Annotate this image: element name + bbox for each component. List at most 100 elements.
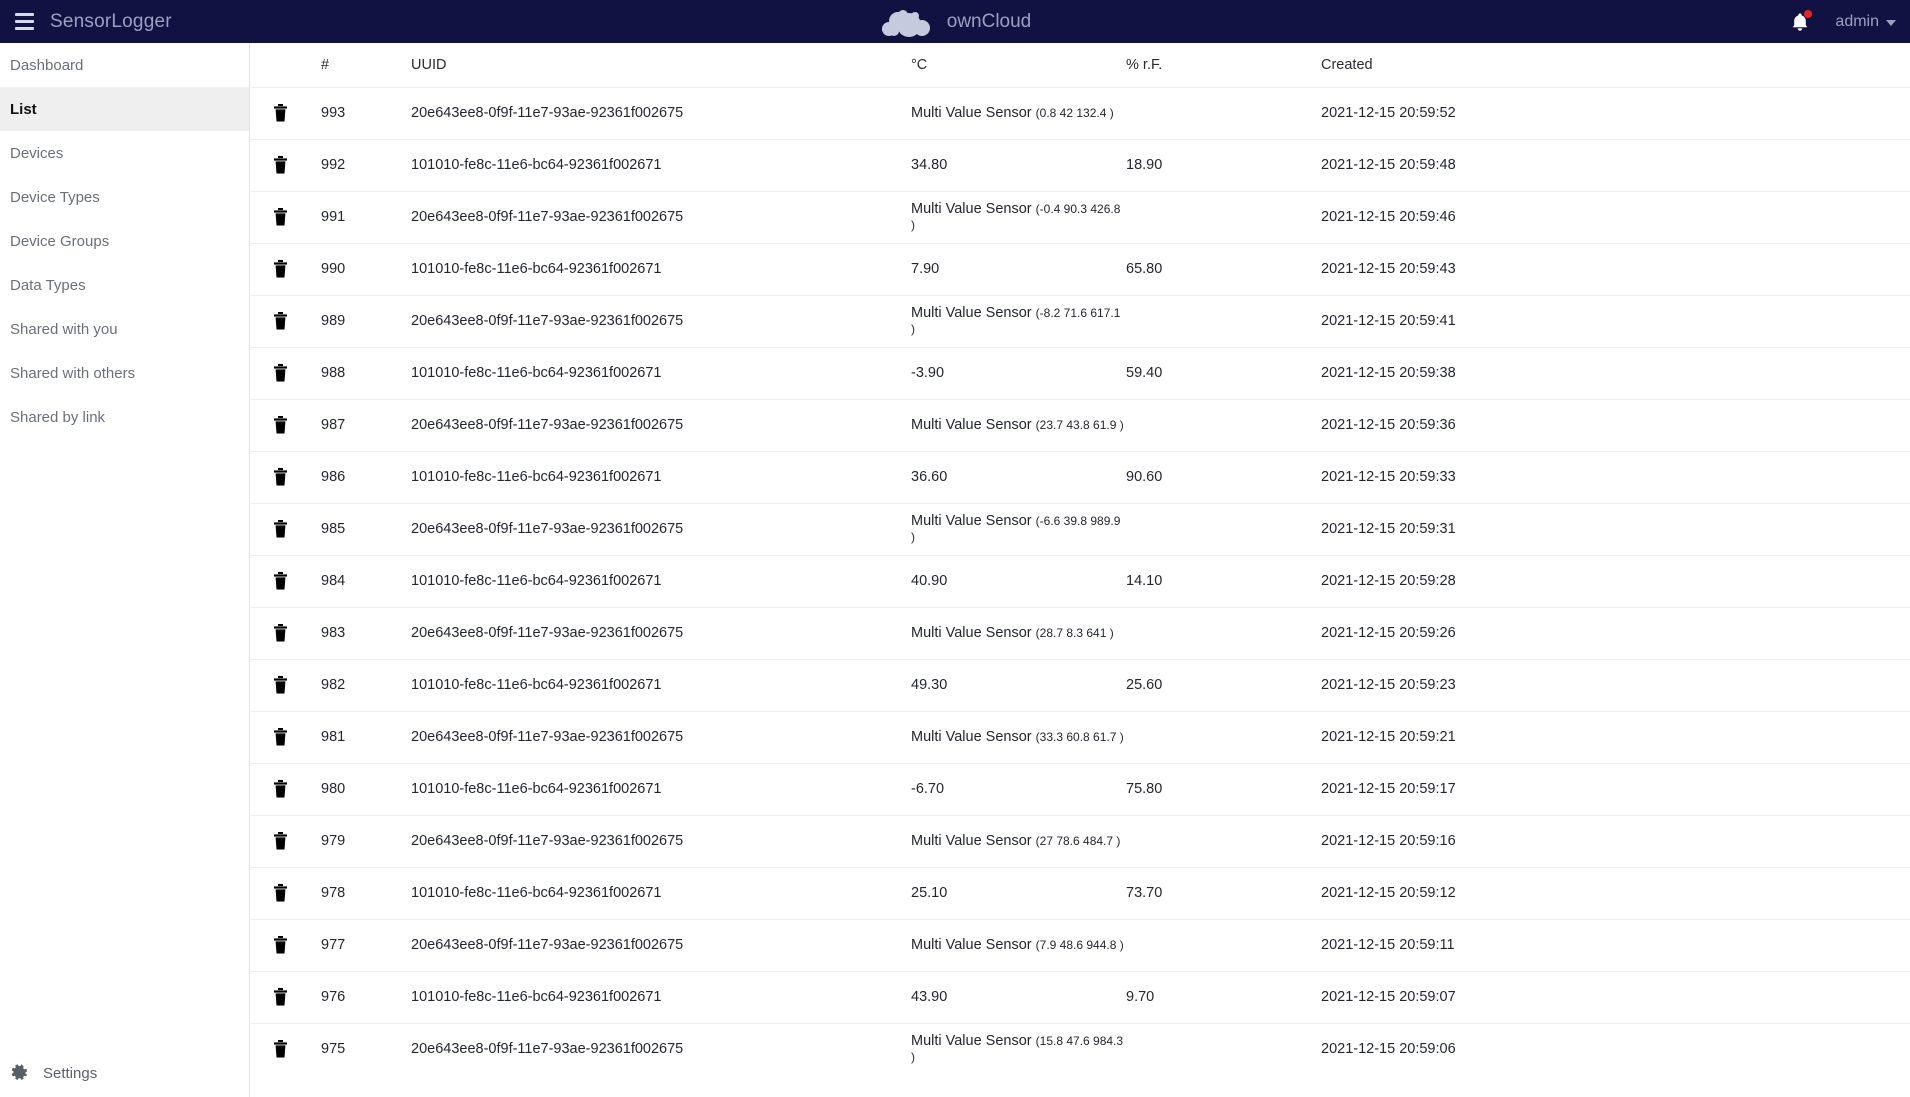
sidebar-item-device-types[interactable]: Device Types: [0, 175, 249, 219]
delete-row-button[interactable]: [251, 762, 321, 815]
delete-row-button[interactable]: [251, 450, 321, 503]
trash-icon[interactable]: [273, 156, 288, 174]
multi-value-sensor-label: Multi Value Sensor: [911, 833, 1036, 849]
cell-created: 2021-12-15 20:59:16: [1321, 814, 1910, 867]
table-row[interactable]: 975 20e643ee8-0f9f-11e7-93ae-92361f002675…: [251, 1022, 1910, 1075]
table-row[interactable]: 992 101010-fe8c-11e6-bc64-92361f002671 34.…: [251, 138, 1910, 191]
trash-icon[interactable]: [273, 884, 288, 902]
trash-icon[interactable]: [273, 936, 288, 954]
cell-id: 981: [321, 710, 411, 763]
sidebar-item-data-types[interactable]: Data Types: [0, 263, 249, 307]
user-menu[interactable]: admin: [1835, 13, 1896, 31]
column-header-created[interactable]: Created: [1321, 43, 1910, 87]
table-row[interactable]: 983 20e643ee8-0f9f-11e7-93ae-92361f002675…: [251, 606, 1910, 659]
table-row[interactable]: 977 20e643ee8-0f9f-11e7-93ae-92361f002675…: [251, 918, 1910, 971]
table-row[interactable]: 985 20e643ee8-0f9f-11e7-93ae-92361f002675…: [251, 502, 1910, 555]
sidebar-item-shared-with-others[interactable]: Shared with others: [0, 351, 249, 395]
table-row[interactable]: 987 20e643ee8-0f9f-11e7-93ae-92361f002675…: [251, 398, 1910, 451]
cell-uuid: 101010-fe8c-11e6-bc64-92361f002671: [411, 554, 911, 607]
multi-value-sensor-label: Multi Value Sensor: [911, 305, 1036, 321]
table-row[interactable]: 989 20e643ee8-0f9f-11e7-93ae-92361f002675…: [251, 294, 1910, 347]
trash-icon[interactable]: [273, 208, 288, 226]
cell-created: 2021-12-15 20:59:48: [1321, 138, 1910, 191]
multi-value-sensor-label: Multi Value Sensor: [911, 729, 1036, 745]
column-header-celsius[interactable]: °C: [911, 43, 1126, 87]
trash-icon[interactable]: [273, 572, 288, 590]
delete-row-button[interactable]: [251, 918, 321, 971]
delete-row-button[interactable]: [251, 242, 321, 295]
delete-row-button[interactable]: [251, 294, 321, 347]
trash-icon[interactable]: [273, 832, 288, 850]
table-row[interactable]: 979 20e643ee8-0f9f-11e7-93ae-92361f002675…: [251, 814, 1910, 867]
trash-icon[interactable]: [273, 520, 288, 538]
sidebar-item-settings[interactable]: Settings: [0, 1049, 250, 1097]
trash-icon[interactable]: [273, 988, 288, 1006]
cell-id: 990: [321, 242, 411, 295]
delete-row-button[interactable]: [251, 866, 321, 919]
trash-icon[interactable]: [273, 364, 288, 382]
cell-uuid: 101010-fe8c-11e6-bc64-92361f002671: [411, 450, 911, 503]
delete-row-button[interactable]: [251, 398, 321, 451]
cell-id: 976: [321, 970, 411, 1023]
trash-icon[interactable]: [273, 676, 288, 694]
table-row[interactable]: 976 101010-fe8c-11e6-bc64-92361f002671 43.…: [251, 970, 1910, 1023]
delete-row-button[interactable]: [251, 346, 321, 399]
cell-created: 2021-12-15 20:59:21: [1321, 710, 1910, 763]
delete-row-button[interactable]: [251, 606, 321, 659]
trash-icon[interactable]: [273, 468, 288, 486]
cell-celsius: Multi Value Sensor (15.8 47.6 984.3 ): [911, 1022, 1126, 1075]
delete-row-button[interactable]: [251, 86, 321, 139]
column-header-humidity[interactable]: % r.F.: [1126, 43, 1321, 87]
notification-bell-icon[interactable]: [1789, 9, 1813, 33]
column-header-uuid[interactable]: UUID: [411, 43, 911, 87]
table-header: # UUID °C % r.F. Created: [251, 43, 1910, 87]
trash-icon[interactable]: [273, 416, 288, 434]
trash-icon[interactable]: [273, 624, 288, 642]
app-title: SensorLogger: [50, 10, 172, 32]
delete-row-button[interactable]: [251, 970, 321, 1023]
column-header-number[interactable]: #: [321, 43, 411, 87]
sidebar-item-shared-by-link[interactable]: Shared by link: [0, 395, 249, 439]
main-content: # UUID °C % r.F. Created 993 20e643ee8-0f…: [251, 43, 1910, 1097]
table-row[interactable]: 986 101010-fe8c-11e6-bc64-92361f002671 36.…: [251, 450, 1910, 503]
cell-created: 2021-12-15 20:59:52: [1321, 86, 1910, 139]
table-body: 993 20e643ee8-0f9f-11e7-93ae-92361f002675…: [251, 86, 1910, 1075]
delete-row-button[interactable]: [251, 554, 321, 607]
trash-icon[interactable]: [273, 260, 288, 278]
trash-icon[interactable]: [273, 312, 288, 330]
trash-icon[interactable]: [273, 780, 288, 798]
sidebar: Dashboard List Devices Device Types Device G…: [0, 43, 250, 1097]
trash-icon[interactable]: [273, 104, 288, 122]
table-row[interactable]: 982 101010-fe8c-11e6-bc64-92361f002671 49.…: [251, 658, 1910, 711]
cell-uuid: 101010-fe8c-11e6-bc64-92361f002671: [411, 970, 911, 1023]
delete-row-button[interactable]: [251, 502, 321, 555]
cell-humidity: [1126, 398, 1321, 451]
delete-row-button[interactable]: [251, 710, 321, 763]
sidebar-item-shared-with-you[interactable]: Shared with you: [0, 307, 249, 351]
delete-row-button[interactable]: [251, 814, 321, 867]
delete-row-button[interactable]: [251, 190, 321, 243]
trash-icon[interactable]: [273, 1040, 288, 1058]
sidebar-item-devices[interactable]: Devices: [0, 131, 249, 175]
table-row[interactable]: 993 20e643ee8-0f9f-11e7-93ae-92361f002675…: [251, 86, 1910, 139]
multi-value-sensor-values: (0.8 42 132.4 ): [1035, 106, 1114, 120]
trash-icon[interactable]: [273, 728, 288, 746]
cell-uuid: 101010-fe8c-11e6-bc64-92361f002671: [411, 242, 911, 295]
table-row[interactable]: 981 20e643ee8-0f9f-11e7-93ae-92361f002675…: [251, 710, 1910, 763]
sidebar-item-device-groups[interactable]: Device Groups: [0, 219, 249, 263]
table-row[interactable]: 984 101010-fe8c-11e6-bc64-92361f002671 40.…: [251, 554, 1910, 607]
delete-row-button[interactable]: [251, 1022, 321, 1075]
delete-row-button[interactable]: [251, 658, 321, 711]
table-row[interactable]: 988 101010-fe8c-11e6-bc64-92361f002671 -3.…: [251, 346, 1910, 399]
delete-row-button[interactable]: [251, 138, 321, 191]
table-row[interactable]: 990 101010-fe8c-11e6-bc64-92361f002671 7.9…: [251, 242, 1910, 295]
cell-humidity: [1126, 502, 1321, 555]
table-row[interactable]: 978 101010-fe8c-11e6-bc64-92361f002671 25.…: [251, 866, 1910, 919]
cell-humidity: [1126, 814, 1321, 867]
cell-celsius: -6.70: [911, 762, 1126, 815]
table-row[interactable]: 980 101010-fe8c-11e6-bc64-92361f002671 -6.…: [251, 762, 1910, 815]
hamburger-menu-icon[interactable]: [10, 8, 38, 36]
sidebar-item-list[interactable]: List: [0, 87, 249, 131]
sidebar-item-dashboard[interactable]: Dashboard: [0, 43, 249, 87]
table-row[interactable]: 991 20e643ee8-0f9f-11e7-93ae-92361f002675…: [251, 190, 1910, 243]
